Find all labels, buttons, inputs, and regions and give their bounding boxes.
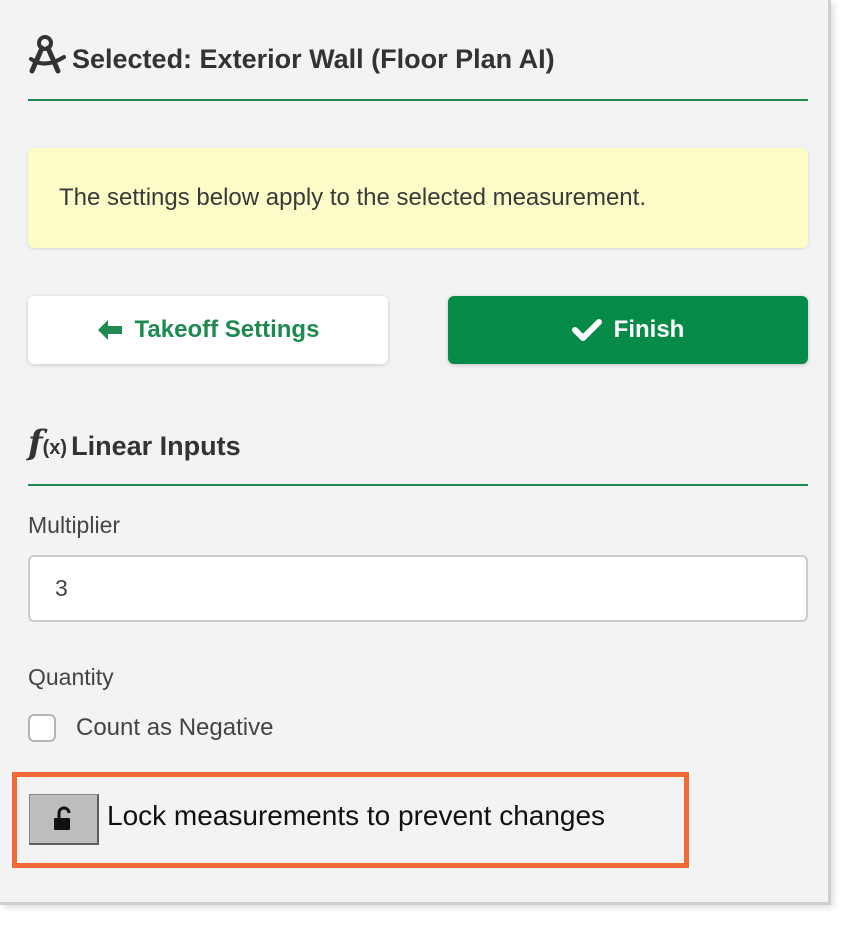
page-title: Selected: Exterior Wall (Floor Plan AI) — [72, 44, 555, 74]
count-negative-label[interactable]: Count as Negative — [76, 714, 273, 742]
lock-label: Lock measurements to prevent changes — [107, 800, 606, 831]
notice-text: The settings below apply to the selected… — [59, 184, 646, 211]
function-icon: f(x) — [28, 423, 68, 463]
takeoff-settings-button[interactable]: Takeoff Settings — [28, 296, 388, 364]
count-negative-row: Count as Negative — [28, 714, 273, 742]
finish-label: Finish — [613, 316, 685, 343]
selected-measurement-panel: Selected: Exterior Wall (Floor Plan AI) … — [0, 0, 831, 905]
multiplier-input[interactable] — [28, 555, 808, 622]
unlocked-padlock-icon — [53, 806, 70, 830]
linear-inputs-header: f(x) Linear Inputs — [28, 420, 808, 486]
section-title: Linear Inputs — [71, 431, 241, 461]
panel-header: Selected: Exterior Wall (Floor Plan AI) — [28, 35, 808, 101]
check-icon — [571, 319, 602, 341]
info-notice: The settings below apply to the selected… — [28, 148, 808, 248]
multiplier-label: Multiplier — [28, 512, 121, 538]
finish-button[interactable]: Finish — [448, 296, 808, 364]
quantity-label: Quantity — [28, 664, 114, 690]
compass-drafting-icon — [29, 35, 66, 74]
arrow-left-icon — [97, 320, 122, 340]
count-negative-checkbox[interactable] — [28, 714, 56, 742]
lock-toggle-button[interactable] — [29, 794, 99, 845]
takeoff-settings-label: Takeoff Settings — [134, 316, 320, 343]
